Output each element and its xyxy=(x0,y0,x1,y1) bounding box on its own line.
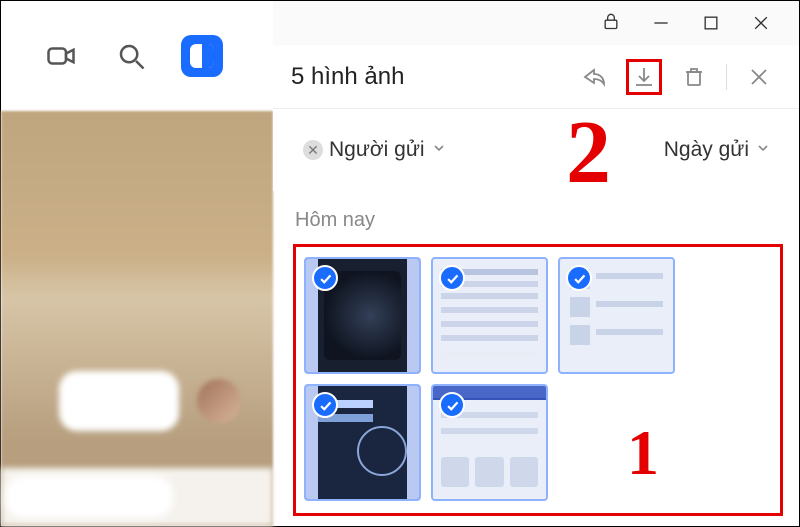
media-thumbnail[interactable] xyxy=(558,257,675,374)
chat-bubble xyxy=(59,371,179,431)
avatar xyxy=(197,379,241,423)
selected-check-icon[interactable] xyxy=(312,265,338,291)
panel-toggle-button[interactable] xyxy=(181,35,223,77)
selected-check-icon[interactable] xyxy=(566,265,592,291)
media-thumbnail[interactable] xyxy=(304,384,421,501)
media-thumbnail[interactable] xyxy=(431,384,548,501)
window-minimize-button[interactable] xyxy=(651,13,671,33)
left-pane xyxy=(1,1,273,526)
separator xyxy=(726,64,727,90)
media-actions xyxy=(576,59,777,95)
chevron-down-icon xyxy=(755,138,771,162)
chat-bubble xyxy=(5,476,173,518)
filter-date[interactable]: Ngày gửi xyxy=(664,138,771,162)
close-panel-button[interactable] xyxy=(741,59,777,95)
selection-highlight xyxy=(293,244,783,516)
selected-check-icon[interactable] xyxy=(439,392,465,418)
video-call-icon[interactable] xyxy=(41,36,81,76)
window-maximize-button[interactable] xyxy=(701,13,721,33)
filter-sender[interactable]: ✕ Người gửi xyxy=(303,138,447,162)
search-icon[interactable] xyxy=(111,36,151,76)
media-count-title: 5 hình ảnh xyxy=(291,63,576,91)
annotation-step-2: 2 xyxy=(566,101,611,204)
media-area: Hôm nay xyxy=(273,191,799,526)
annotation-step-1: 1 xyxy=(627,416,659,490)
selected-check-icon[interactable] xyxy=(439,265,465,291)
share-button[interactable] xyxy=(576,59,612,95)
left-toolbar xyxy=(1,1,273,111)
filter-sender-label: Người gửi xyxy=(329,138,425,162)
window-titlebar xyxy=(273,1,799,45)
chat-background xyxy=(1,111,273,526)
delete-button[interactable] xyxy=(676,59,712,95)
chevron-down-icon xyxy=(431,138,447,162)
clear-sender-icon[interactable]: ✕ xyxy=(303,140,323,160)
window-close-button[interactable] xyxy=(751,13,771,33)
download-button[interactable] xyxy=(626,59,662,95)
lock-icon xyxy=(601,11,621,36)
media-panel: 5 hình ảnh ✕ Người gửi xyxy=(273,1,799,526)
selected-check-icon[interactable] xyxy=(312,392,338,418)
section-today-label: Hôm nay xyxy=(295,209,783,232)
media-grid xyxy=(304,257,774,501)
filter-date-label: Ngày gửi xyxy=(664,138,749,162)
media-thumbnail[interactable] xyxy=(304,257,421,374)
media-thumbnail[interactable] xyxy=(431,257,548,374)
media-header: 5 hình ảnh xyxy=(273,45,799,109)
filter-bar: ✕ Người gửi Ngày gửi xyxy=(273,109,799,191)
